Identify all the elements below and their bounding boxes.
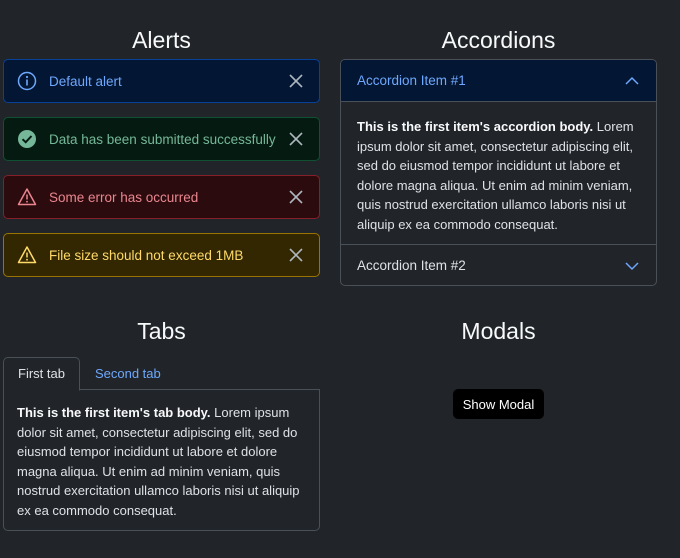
- tab-first[interactable]: First tab: [3, 357, 80, 391]
- modals-title: Modals: [461, 318, 536, 344]
- accordion-item-2-label: Accordion Item #2: [357, 258, 466, 273]
- accordions-title: Accordions: [441, 27, 556, 53]
- show-modal-button[interactable]: Show Modal: [453, 389, 544, 419]
- accordion-body-text: Lorem ipsum dolor sit amet, consectetur …: [357, 119, 634, 232]
- accordion-item-1-body: This is the first item's accordion body.…: [341, 102, 656, 244]
- accordion-item-1-header[interactable]: Accordion Item #1: [341, 60, 656, 102]
- alert-warning: File size should not exceed 1MB: [3, 233, 320, 277]
- tab-body-bold: This is the first item's tab body.: [17, 405, 211, 420]
- accordion-item-2-header[interactable]: Accordion Item #2: [341, 244, 656, 285]
- warning-triangle-icon: [17, 245, 37, 265]
- tab-body-text: Lorem ipsum dolor sit amet, consectetur …: [17, 405, 300, 518]
- accordion: Accordion Item #1 This is the first item…: [340, 59, 657, 286]
- tabs-nav: First tab Second tab: [3, 357, 320, 391]
- alert-danger: Some error has occurred: [3, 175, 320, 219]
- close-icon[interactable]: [288, 247, 304, 263]
- accordion-body-bold: This is the first item's accordion body.: [357, 119, 594, 134]
- close-icon[interactable]: [288, 189, 304, 205]
- close-icon[interactable]: [288, 73, 304, 89]
- tab-second[interactable]: Second tab: [80, 357, 176, 389]
- alert-success-text: Data has been submitted successfully: [49, 131, 276, 147]
- alert-danger-text: Some error has occurred: [49, 189, 199, 205]
- accordion-item-1-label: Accordion Item #1: [357, 73, 466, 88]
- chevron-down-icon: [624, 258, 640, 274]
- warning-triangle-icon: [17, 187, 37, 207]
- alert-info-text: Default alert: [49, 73, 122, 89]
- check-circle-icon: [17, 129, 37, 149]
- chevron-up-icon: [624, 73, 640, 89]
- tab-body: This is the first item's tab body. Lorem…: [3, 389, 320, 531]
- alerts-title: Alerts: [132, 27, 191, 53]
- info-circle-icon: [17, 71, 37, 91]
- alert-warning-text: File size should not exceed 1MB: [49, 247, 244, 263]
- alert-success: Data has been submitted successfully: [3, 117, 320, 161]
- alert-info: Default alert: [3, 59, 320, 103]
- close-icon[interactable]: [288, 131, 304, 147]
- tabs-title: Tabs: [137, 318, 186, 344]
